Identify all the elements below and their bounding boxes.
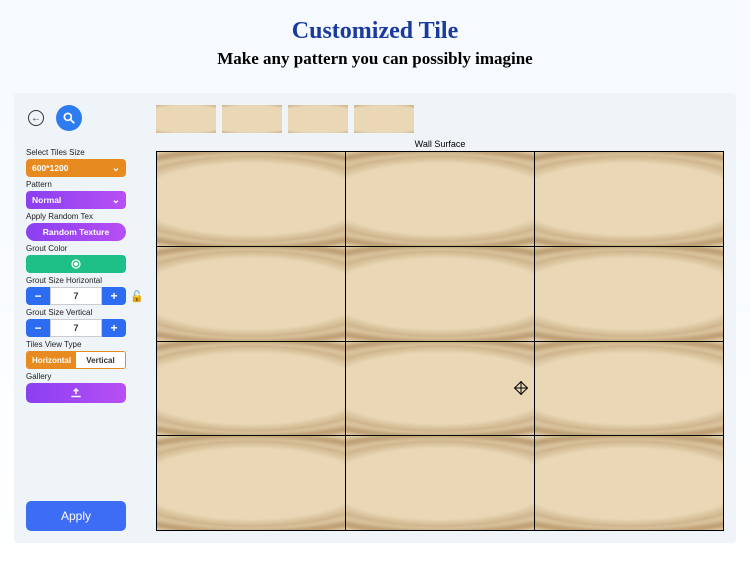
view-horizontal-button[interactable]: Horizontal — [27, 352, 76, 368]
tile-thumb[interactable] — [288, 105, 348, 133]
view-type-segment: Horizontal Vertical — [26, 351, 126, 369]
grid-tile[interactable] — [346, 247, 534, 341]
grout-h-value: 7 — [50, 287, 102, 305]
tiles-size-value: 600*1200 — [32, 163, 68, 173]
grid-tile[interactable] — [346, 436, 534, 530]
lock-icon[interactable]: 🔓 — [130, 290, 144, 303]
page-subtitle: Make any pattern you can possibly imagin… — [0, 49, 750, 69]
tiles-size-label: Select Tiles Size — [26, 148, 146, 157]
grid-tile[interactable] — [346, 342, 534, 436]
color-picker-icon — [70, 258, 82, 270]
arrow-left-icon: ← — [31, 113, 41, 124]
grout-color-button[interactable] — [26, 255, 126, 273]
random-texture-button[interactable]: Random Texture — [26, 223, 126, 241]
apply-button[interactable]: Apply — [26, 501, 126, 531]
gallery-upload-button[interactable] — [26, 383, 126, 403]
pattern-label: Pattern — [26, 180, 146, 189]
main-area: Wall Surface — [156, 105, 724, 531]
upload-icon — [69, 387, 83, 399]
page-title: Customized Tile — [0, 18, 750, 45]
grid-tile[interactable] — [157, 247, 345, 341]
grid-tile[interactable] — [535, 342, 723, 436]
tile-thumb[interactable] — [156, 105, 216, 133]
grout-v-label: Grout Size Vertical — [26, 308, 146, 317]
chevron-down-icon: ⌄ — [112, 163, 120, 174]
grout-v-minus-button[interactable]: − — [26, 319, 50, 337]
search-icon — [62, 111, 76, 125]
back-button[interactable]: ← — [28, 110, 44, 126]
tiles-size-select[interactable]: 600*1200 ⌄ — [26, 159, 126, 177]
grid-tile[interactable] — [535, 247, 723, 341]
grout-h-label: Grout Size Horizontal — [26, 276, 146, 285]
search-button[interactable] — [56, 105, 82, 131]
app-panel: ← Select Tiles Size 600*1200 ⌄ Pattern N… — [14, 93, 736, 543]
tile-thumb[interactable] — [222, 105, 282, 133]
grout-h-plus-button[interactable]: + — [102, 287, 126, 305]
pattern-value: Normal — [32, 195, 61, 205]
random-tex-label: Apply Random Tex — [26, 212, 146, 221]
pattern-select[interactable]: Normal ⌄ — [26, 191, 126, 209]
crosshair-icon — [514, 381, 528, 395]
grout-v-stepper: − 7 + — [26, 319, 126, 337]
grout-v-plus-button[interactable]: + — [102, 319, 126, 337]
tile-thumb[interactable] — [354, 105, 414, 133]
surface-label: Wall Surface — [156, 139, 724, 149]
sidebar: ← Select Tiles Size 600*1200 ⌄ Pattern N… — [26, 105, 146, 531]
view-type-label: Tiles View Type — [26, 340, 146, 349]
grid-tile[interactable] — [157, 342, 345, 436]
grout-color-label: Grout Color — [26, 244, 146, 253]
grid-tile[interactable] — [535, 436, 723, 530]
tile-thumbnails — [156, 105, 724, 133]
tile-grid[interactable] — [156, 151, 724, 531]
grout-h-minus-button[interactable]: − — [26, 287, 50, 305]
gallery-label: Gallery — [26, 372, 146, 381]
chevron-down-icon: ⌄ — [112, 195, 120, 206]
grid-tile[interactable] — [535, 152, 723, 246]
grout-v-value: 7 — [50, 319, 102, 337]
grid-tile[interactable] — [157, 436, 345, 530]
view-vertical-button[interactable]: Vertical — [76, 352, 125, 368]
grout-h-stepper: − 7 + — [26, 287, 126, 305]
grid-tile[interactable] — [346, 152, 534, 246]
grid-tile[interactable] — [157, 152, 345, 246]
